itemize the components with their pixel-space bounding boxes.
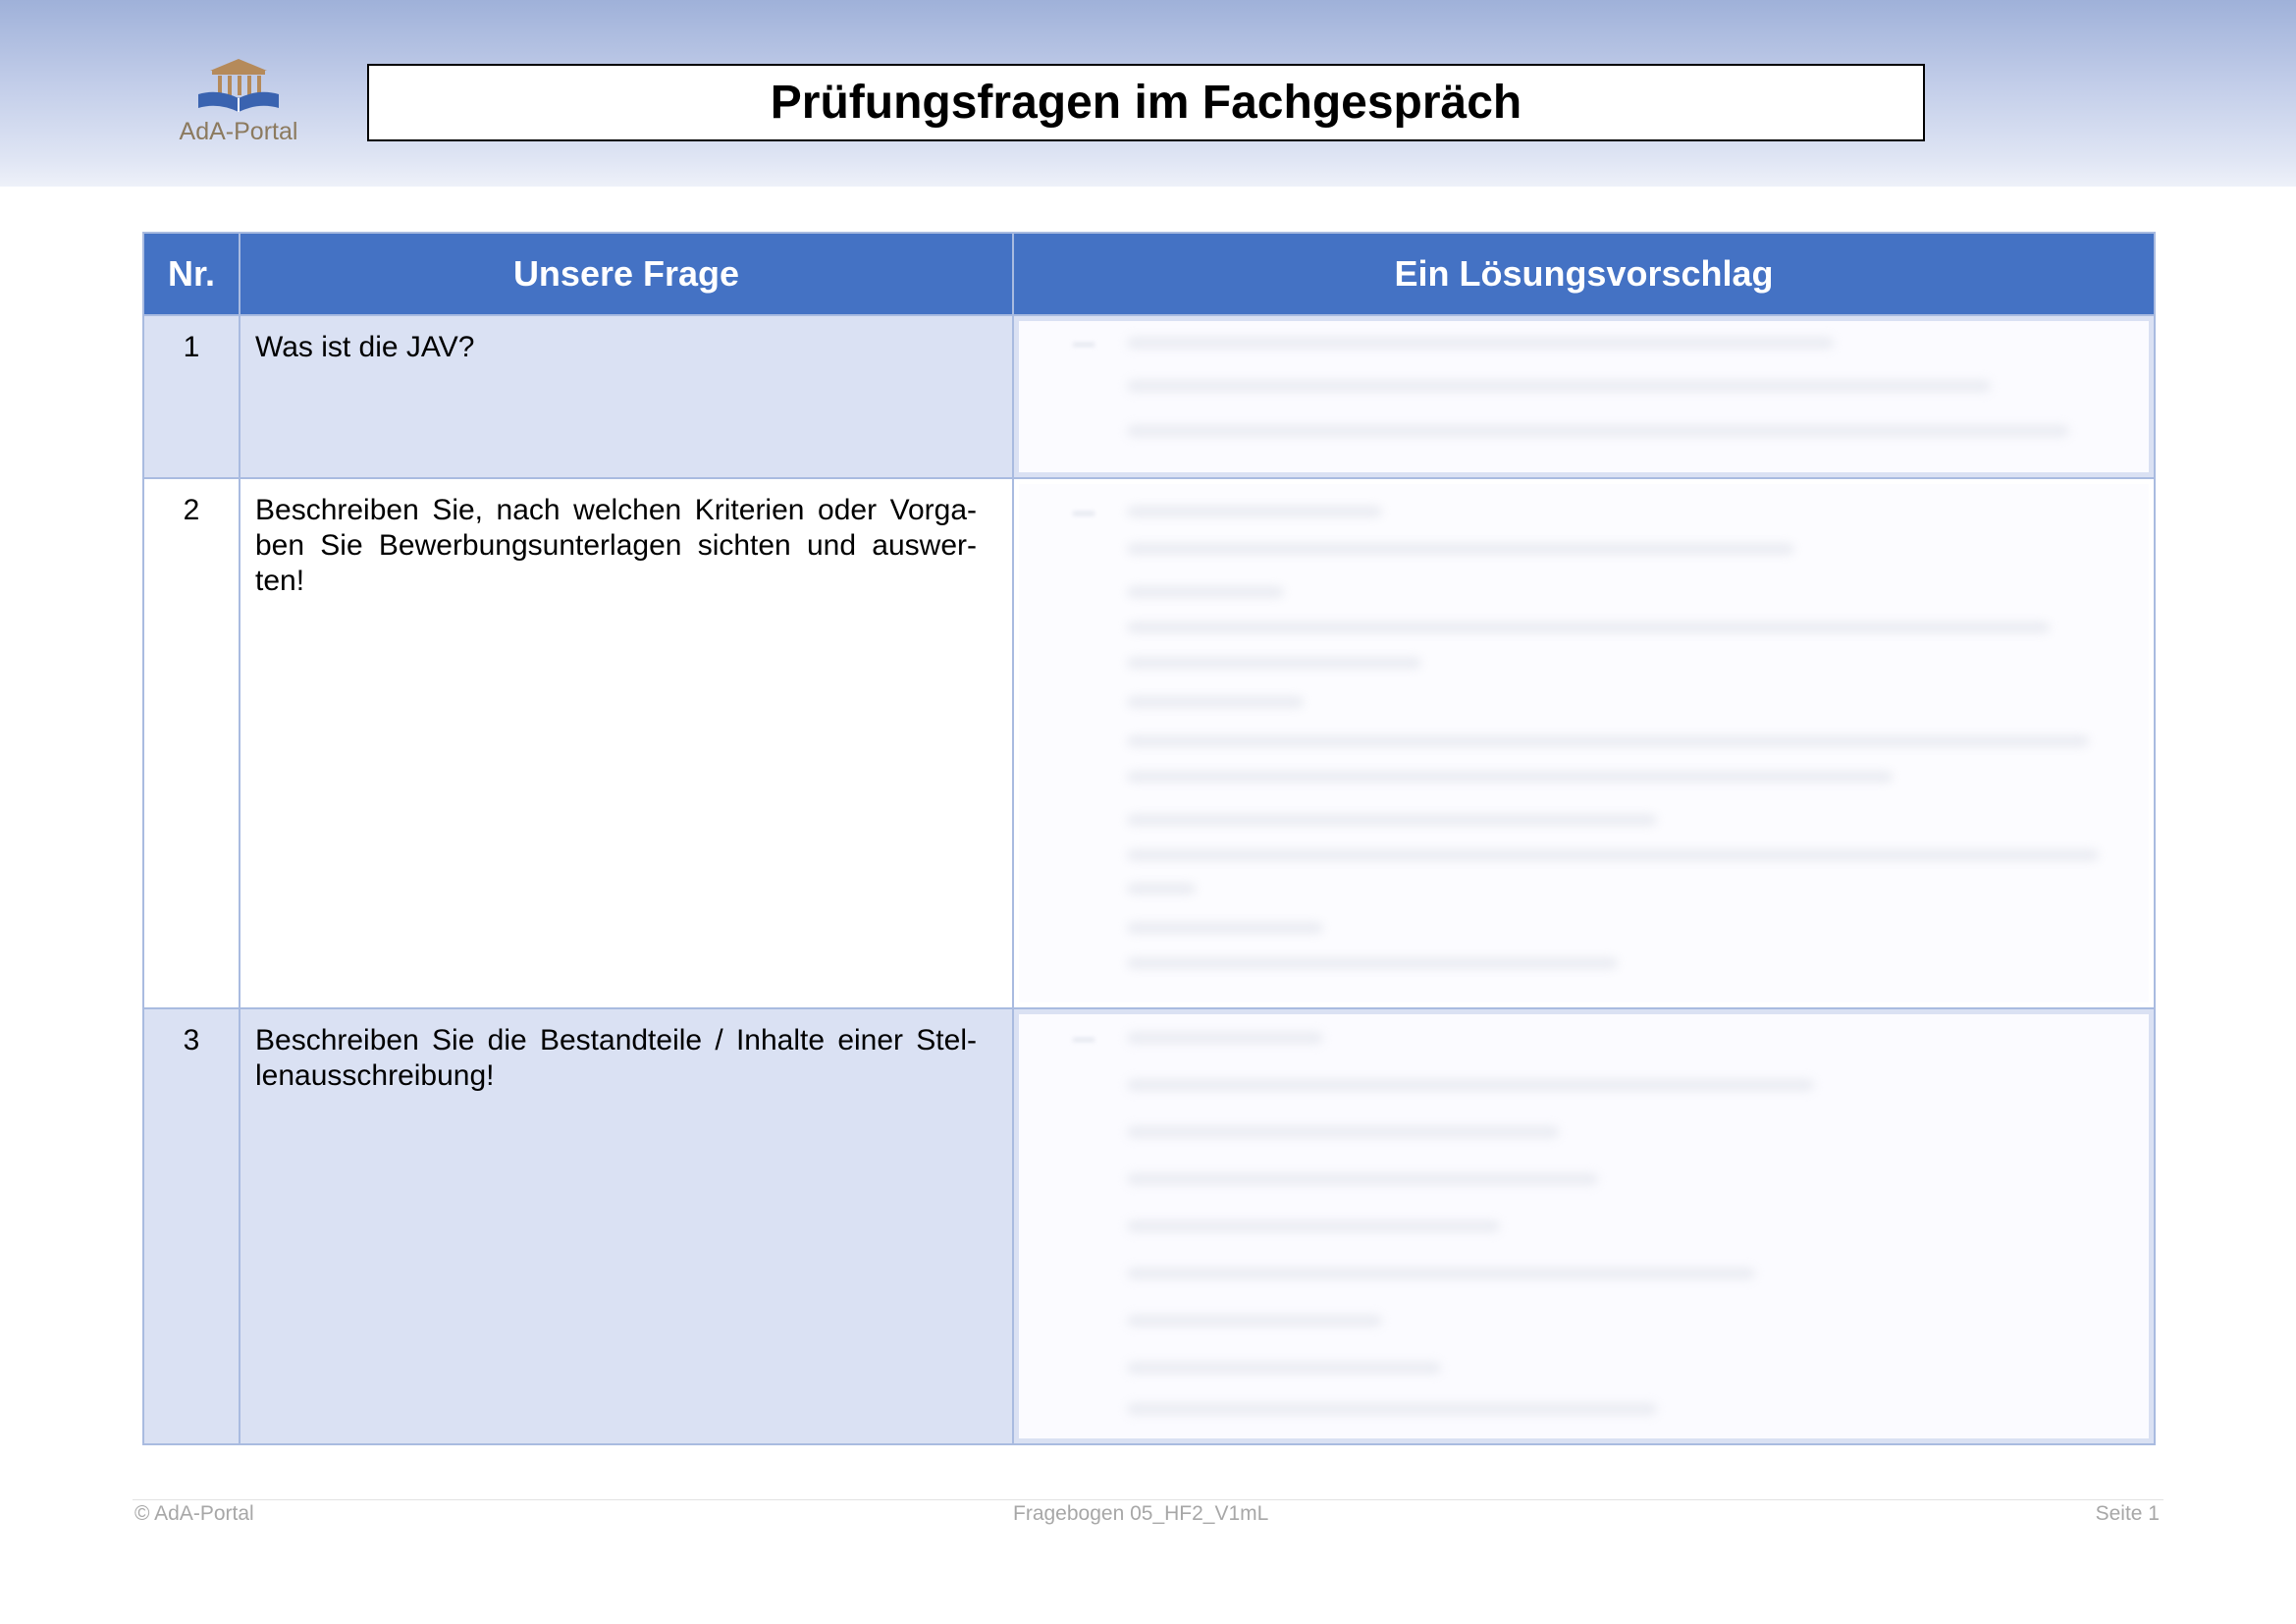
column-header-answer: Ein Lösungsvorschlag xyxy=(1012,232,2156,316)
footer-copyright: © AdA-Portal xyxy=(134,1502,254,1525)
footer-page-number: Seite 1 xyxy=(2095,1502,2160,1525)
table-row: 1 Was ist die JAV? xyxy=(142,314,2156,479)
question-text: Was ist die JAV? xyxy=(239,314,1014,479)
question-text: Beschreiben Sie die Bestandteile / Inhal… xyxy=(239,1007,1014,1445)
column-header-nr: Nr. xyxy=(142,232,240,316)
column-header-question: Unsere Frage xyxy=(239,232,1014,316)
table-header-row: Nr. Unsere Frage Ein Lösungsvorschlag xyxy=(142,232,2156,316)
questions-table: Nr. Unsere Frage Ein Lösungsvorschlag 1 … xyxy=(142,232,2156,1445)
page-title-box: Prüfungsfragen im Fachgespräch xyxy=(367,64,1925,141)
row-number: 1 xyxy=(142,314,240,479)
table-row: 3 Beschreiben Sie die Bestandteile / Inh… xyxy=(142,1007,2156,1445)
row-number: 2 xyxy=(142,477,240,1009)
logo-text: AdA-Portal xyxy=(179,118,298,145)
question-text: Beschreiben Sie, nach welchen Kriterien … xyxy=(239,477,1014,1009)
temple-book-icon xyxy=(198,59,279,112)
obscured-answer xyxy=(1019,1014,2149,1438)
page-title: Prüfungsfragen im Fachgespräch xyxy=(770,77,1522,129)
logo: AdA-Portal xyxy=(165,57,312,150)
answer-cell-obscured xyxy=(1012,1007,2156,1445)
table-row: 2 Beschreiben Sie, nach welchen Kriterie… xyxy=(142,477,2156,1009)
footer-document-id: Fragebogen 05_HF2_V1mL xyxy=(1013,1502,1269,1525)
obscured-answer xyxy=(1019,321,2149,472)
obscured-answer xyxy=(1019,484,2149,1002)
row-number: 3 xyxy=(142,1007,240,1445)
answer-cell-obscured xyxy=(1012,314,2156,479)
answer-cell-obscured xyxy=(1012,477,2156,1009)
footer-divider xyxy=(133,1499,2163,1500)
